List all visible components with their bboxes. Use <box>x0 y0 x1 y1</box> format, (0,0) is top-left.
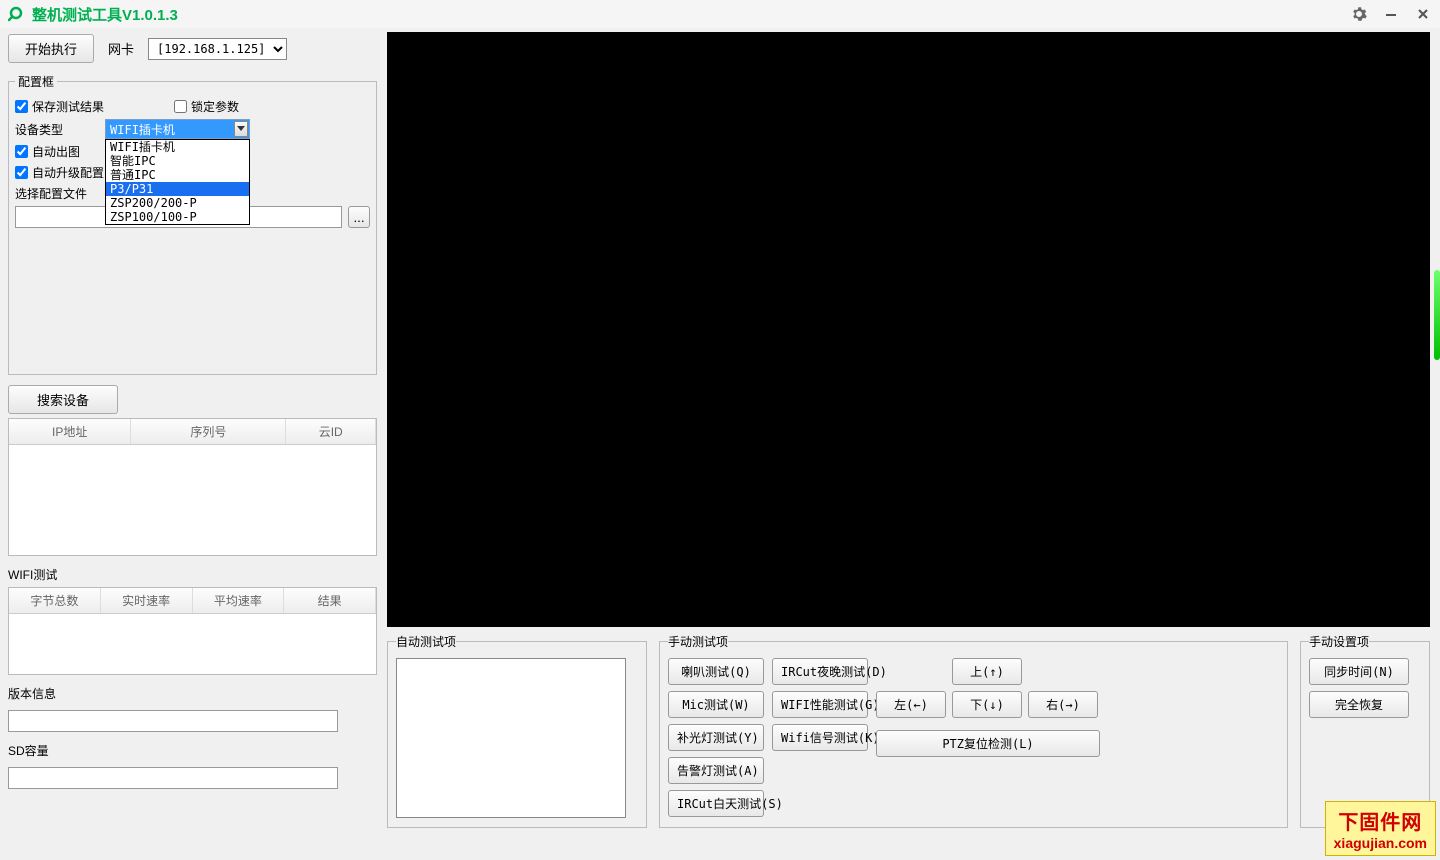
right-button[interactable]: 右(→) <box>1028 691 1098 718</box>
watermark: 下固件网 xiagujian.com <box>1325 801 1436 856</box>
network-label: 网卡 <box>108 39 134 58</box>
search-device-button[interactable]: 搜索设备 <box>8 385 118 414</box>
auto-test-listbox[interactable] <box>396 658 626 818</box>
table-header: 云ID <box>286 419 376 444</box>
wifi-signal-test-button[interactable]: Wifi信号测试(K) <box>772 724 868 751</box>
wifi-perf-test-button[interactable]: WIFI性能测试(G) <box>772 691 868 718</box>
table-header: 结果 <box>284 588 376 613</box>
browse-button[interactable]: ... <box>348 206 370 228</box>
auto-image-checkbox[interactable]: 自动出图 <box>15 143 80 160</box>
sd-label: SD容量 <box>8 742 377 759</box>
device-option[interactable]: WIFI插卡机 <box>106 140 249 154</box>
sync-time-button[interactable]: 同步时间(N) <box>1309 658 1409 685</box>
save-result-checkbox[interactable]: 保存测试结果 <box>15 98 104 115</box>
lock-params-checkbox[interactable]: 锁定参数 <box>174 98 239 115</box>
speaker-test-button[interactable]: 喇叭测试(Q) <box>668 658 764 685</box>
close-icon[interactable] <box>1414 5 1432 23</box>
app-title: 整机测试工具V1.0.1.3 <box>32 4 1350 25</box>
mic-test-button[interactable]: Mic测试(W) <box>668 691 764 718</box>
sd-input[interactable] <box>8 767 338 789</box>
device-option[interactable]: ZSP200/200-P <box>106 196 249 210</box>
scroll-indicator[interactable] <box>1434 270 1440 360</box>
window-controls <box>1350 5 1432 23</box>
ptz-reset-button[interactable]: PTZ复位检测(L) <box>876 730 1100 757</box>
version-input[interactable] <box>8 710 338 732</box>
device-option[interactable]: 智能IPC <box>106 154 249 168</box>
table-body <box>9 445 376 555</box>
auto-test-group: 自动测试项 <box>387 633 647 828</box>
version-label: 版本信息 <box>8 685 377 702</box>
ircut-night-test-button[interactable]: IRCut夜晚测试(D) <box>772 658 868 685</box>
manual-test-group: 手动测试项 喇叭测试(Q) Mic测试(W) 补光灯测试(Y) 告警灯测试(A)… <box>659 633 1288 828</box>
right-panel: 自动测试项 手动测试项 喇叭测试(Q) Mic测试(W) 补光灯测试(Y) 告警… <box>385 28 1440 860</box>
device-option[interactable]: P3/P31 <box>106 182 249 196</box>
device-type-label: 设备类型 <box>15 121 63 138</box>
table-body <box>9 614 376 674</box>
left-panel: 开始执行 网卡 [192.168.1.125] 配置框 保存测试结果 锁定参数 <box>0 28 385 860</box>
start-button[interactable]: 开始执行 <box>8 34 94 63</box>
device-type-select[interactable]: WIFI插卡机 WIFI插卡机 智能IPC 普通IPC P3/P31 ZSP20… <box>105 119 250 139</box>
device-option[interactable]: 普通IPC <box>106 168 249 182</box>
device-table: IP地址 序列号 云ID <box>8 418 377 556</box>
chevron-down-icon[interactable] <box>234 121 248 137</box>
table-header: 实时速率 <box>101 588 193 613</box>
down-button[interactable]: 下(↓) <box>952 691 1022 718</box>
wifi-test-label: WIFI测试 <box>8 566 377 583</box>
device-option[interactable]: ZSP100/100-P <box>106 210 249 224</box>
network-select[interactable]: [192.168.1.125] <box>148 38 287 60</box>
fill-light-test-button[interactable]: 补光灯测试(Y) <box>668 724 764 751</box>
full-restore-button[interactable]: 完全恢复 <box>1309 691 1409 718</box>
auto-upgrade-checkbox[interactable]: 自动升级配置 <box>15 164 104 181</box>
video-preview <box>387 32 1430 627</box>
gear-icon[interactable] <box>1350 5 1368 23</box>
select-config-file-label: 选择配置文件 <box>15 185 87 202</box>
config-legend: 配置框 <box>15 73 57 90</box>
table-header: 平均速率 <box>193 588 285 613</box>
app-icon <box>8 5 26 23</box>
table-header: 字节总数 <box>9 588 101 613</box>
alarm-light-test-button[interactable]: 告警灯测试(A) <box>668 757 764 784</box>
wifi-table: 字节总数 实时速率 平均速率 结果 <box>8 587 377 675</box>
ircut-day-test-button[interactable]: IRCut白天测试(S) <box>668 790 764 817</box>
device-type-dropdown[interactable]: WIFI插卡机 智能IPC 普通IPC P3/P31 ZSP200/200-P … <box>105 139 250 225</box>
titlebar: 整机测试工具V1.0.1.3 <box>0 0 1440 28</box>
minimize-icon[interactable] <box>1382 5 1400 23</box>
left-button[interactable]: 左(←) <box>876 691 946 718</box>
table-header: 序列号 <box>131 419 286 444</box>
manual-set-group: 手动设置项 同步时间(N) 完全恢复 <box>1300 633 1430 828</box>
config-group: 配置框 保存测试结果 锁定参数 设备类型 WIFI插卡机 <box>8 73 377 375</box>
table-header: IP地址 <box>9 419 131 444</box>
up-button[interactable]: 上(↑) <box>952 658 1022 685</box>
